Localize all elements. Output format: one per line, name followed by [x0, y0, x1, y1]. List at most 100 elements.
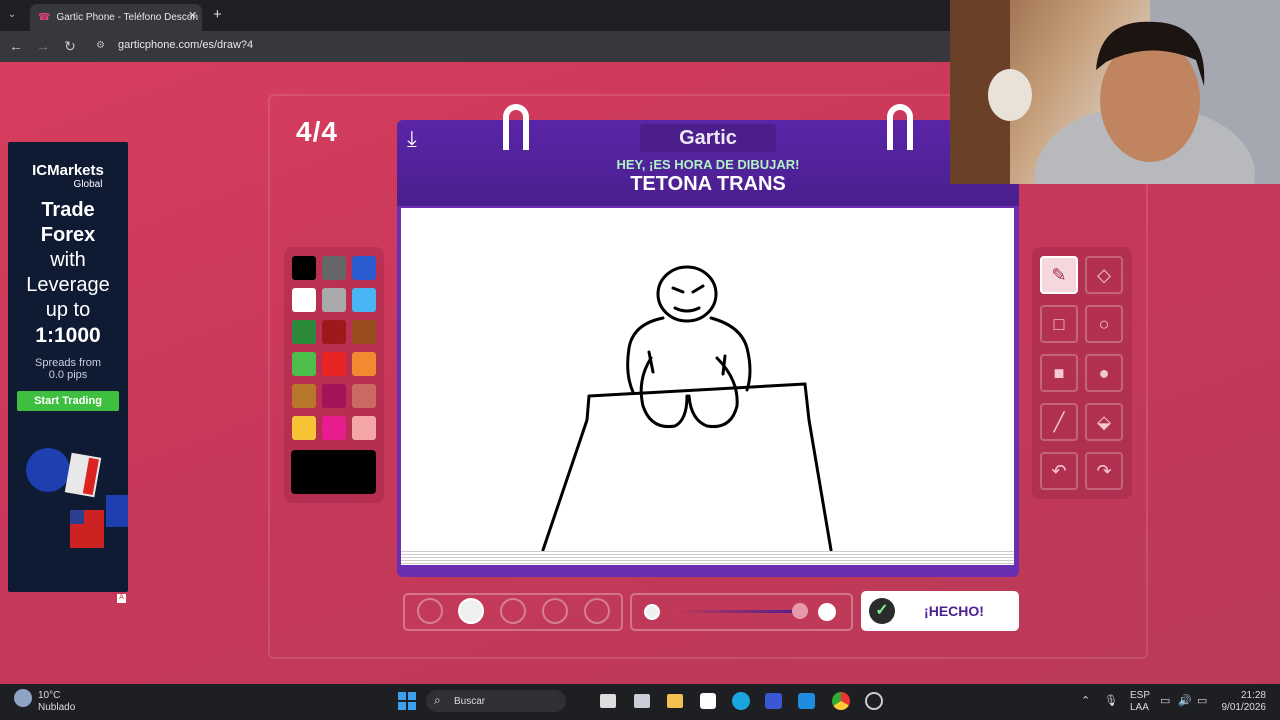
pencil-icon[interactable]: ✎ [1040, 256, 1078, 294]
edge-icon[interactable] [732, 692, 750, 710]
editor-icon[interactable] [798, 693, 815, 709]
chrome-icon[interactable] [832, 692, 850, 710]
check-icon: ✓ [869, 598, 895, 624]
size-3-button[interactable] [500, 598, 526, 624]
size-5-button[interactable] [584, 598, 610, 624]
taskbar-search[interactable] [426, 690, 566, 712]
drawing-canvas[interactable] [401, 208, 1014, 556]
clock-date[interactable]: 9/01/2026 [1212, 702, 1267, 713]
battery-icon[interactable]: ▭ [1197, 694, 1207, 707]
mic-icon[interactable]: 🎙 [1104, 694, 1118, 707]
color-swatch[interactable] [292, 384, 316, 408]
gartic-logo: Gartic [640, 124, 776, 152]
size-1-button[interactable] [417, 598, 443, 624]
card-ring-right [887, 104, 913, 150]
done-button[interactable]: ✓ ¡HECHO! [861, 591, 1019, 631]
opacity-handle[interactable] [792, 603, 808, 619]
color-swatch[interactable] [322, 256, 346, 280]
size-2-button[interactable] [458, 598, 484, 624]
done-label: ¡HECHO! [924, 603, 984, 619]
settings-icon[interactable] [865, 692, 883, 710]
new-tab-icon[interactable]: + [213, 6, 222, 23]
ad-brand: ICMarkets [32, 162, 104, 179]
ad-choices-icon[interactable]: A [117, 594, 126, 603]
ad-brand-sub: Global [73, 179, 103, 190]
color-swatch[interactable] [322, 384, 346, 408]
color-swatch[interactable] [292, 256, 316, 280]
task-view-icon[interactable] [600, 694, 616, 708]
site-info-icon[interactable]: ⚙ [96, 40, 105, 51]
color-swatch[interactable] [292, 288, 316, 312]
color-swatch[interactable] [352, 320, 376, 344]
weather-desc: Nublado [38, 702, 76, 713]
back-icon[interactable]: ← [8, 38, 24, 54]
webcam-person-image [950, 0, 1280, 245]
canvas-drawing [541, 265, 833, 552]
canvas-page-edge [401, 551, 1014, 565]
opacity-track[interactable] [672, 610, 800, 613]
ad-cta-button[interactable]: Start Trading [17, 391, 119, 411]
opacity-min-icon [644, 604, 660, 620]
tab-list-icon[interactable]: ⌄ [8, 9, 16, 20]
clock-time[interactable]: 21:28 [1222, 690, 1266, 701]
color-swatch[interactable] [292, 416, 316, 440]
download-icon[interactable]: ⤓ [407, 126, 417, 152]
browser-tab[interactable]: ☎ Gartic Phone - Teléfono Descon [30, 4, 202, 31]
circle-outline-icon[interactable]: ○ [1085, 305, 1123, 343]
fill-bucket-icon[interactable]: ⬙ [1085, 403, 1123, 441]
url-field[interactable]: garticphone.com/es/draw?4 [118, 39, 253, 51]
color-swatch[interactable] [352, 384, 376, 408]
store-icon[interactable] [700, 693, 716, 709]
ad-spreads-2: 0.0 pips [48, 369, 88, 381]
windows-start-icon[interactable] [398, 692, 416, 710]
taskbar-search-label: Buscar [454, 696, 486, 707]
card-ring-left [503, 104, 529, 150]
undo-icon[interactable]: ↶ [1040, 452, 1078, 490]
weather-temp: 10°C [38, 690, 61, 701]
ad-line-6: 1:1000 [35, 324, 101, 347]
redo-icon[interactable]: ↷ [1085, 452, 1123, 490]
ad-banner[interactable]: ICMarkets Global Trade Forex with Levera… [8, 142, 128, 592]
tab-title: Gartic Phone - Teléfono Descon [56, 12, 199, 23]
weather-icon[interactable] [14, 689, 32, 707]
opacity-max-icon [818, 603, 836, 621]
eraser-icon[interactable]: ◇ [1085, 256, 1123, 294]
color-swatch[interactable] [352, 256, 376, 280]
prompt-subtitle: HEY, ¡ES HORA DE DIBUJAR! [616, 157, 800, 172]
forward-icon[interactable]: → [35, 38, 51, 54]
file-explorer-icon[interactable] [667, 694, 683, 708]
gartic-favicon-icon: ☎ [38, 12, 51, 23]
prompt-word: TETONA TRANS [630, 173, 786, 195]
reload-icon[interactable]: ↻ [62, 38, 78, 55]
search-icon: ⌕ [434, 693, 441, 707]
color-swatch[interactable] [322, 320, 346, 344]
ad-flags-image [26, 448, 128, 548]
round-counter: 4/4 [296, 116, 338, 147]
color-swatch[interactable] [352, 352, 376, 376]
line-icon[interactable]: ╱ [1040, 403, 1078, 441]
color-swatch[interactable] [322, 288, 346, 312]
chevron-up-icon[interactable]: ⌃ [1081, 694, 1090, 707]
lang-secondary[interactable]: LAA [1130, 702, 1149, 713]
color-swatch[interactable] [292, 320, 316, 344]
color-swatch[interactable] [322, 352, 346, 376]
mail-icon[interactable] [765, 693, 782, 709]
color-swatch[interactable] [322, 416, 346, 440]
rect-outline-icon[interactable]: □ [1040, 305, 1078, 343]
lang-primary[interactable]: ESP [1130, 690, 1150, 701]
network-icon[interactable]: ▭ [1160, 694, 1170, 707]
color-swatch[interactable] [352, 416, 376, 440]
volume-icon[interactable]: 🔊 [1178, 694, 1192, 707]
close-tab-icon[interactable]: ✕ [188, 9, 197, 22]
rect-fill-icon[interactable]: ■ [1040, 354, 1078, 392]
color-swatch[interactable] [352, 288, 376, 312]
color-swatch[interactable] [292, 352, 316, 376]
size-4-button[interactable] [542, 598, 568, 624]
ad-line-5: up to [45, 299, 91, 321]
current-color-preview [291, 450, 376, 494]
ad-line-3: with [50, 249, 86, 271]
circle-fill-icon[interactable]: ● [1085, 354, 1123, 392]
ad-line-1: Trade [41, 199, 95, 221]
app-icon[interactable] [634, 694, 650, 708]
ad-line-4: Leverage [26, 274, 110, 296]
